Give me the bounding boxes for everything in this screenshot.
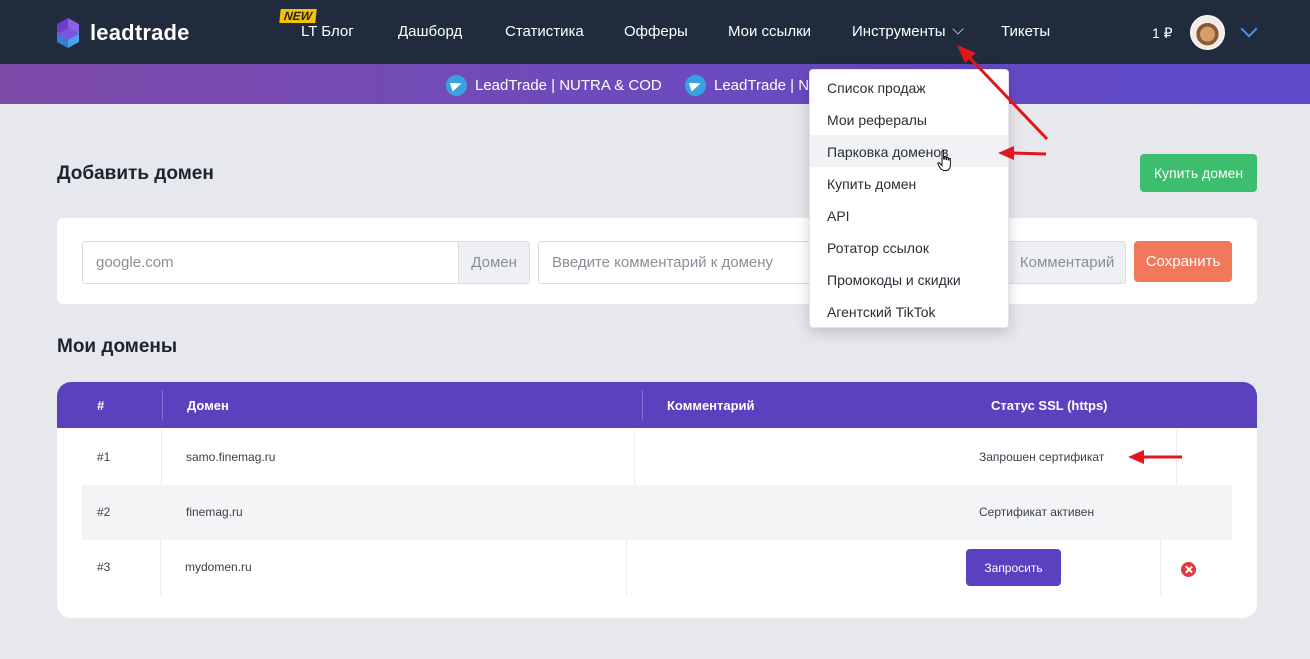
- domain-addon: Домен: [458, 242, 529, 283]
- my-domains-title: Мои домены: [57, 336, 178, 357]
- row-number: #1: [97, 450, 111, 464]
- row-domain: finemag.ru: [186, 505, 243, 519]
- hand-cursor-icon: [937, 150, 951, 172]
- cell-divider: [1160, 540, 1161, 595]
- cell-divider: [161, 430, 162, 485]
- cell-divider: [634, 430, 635, 485]
- chevron-down-icon[interactable]: [1240, 20, 1258, 38]
- menu-item-label: Список продаж: [827, 80, 926, 96]
- table-row: #1 samo.finemag.ru Запрошен сертификат: [82, 430, 1232, 485]
- table-row: #3 mydomen.ru Запросить: [82, 540, 1232, 595]
- row-domain: samo.finemag.ru: [186, 450, 276, 464]
- table-header: # Домен Комментарий Статус SSL (https): [57, 382, 1257, 428]
- chevron-down-icon: [951, 23, 964, 35]
- brand-name: leadtrade: [90, 20, 190, 45]
- menu-item-label: Промокоды и скидки: [827, 272, 961, 288]
- column-divider: [642, 390, 643, 420]
- nav-item-tickets[interactable]: Тикеты: [1001, 23, 1050, 40]
- menu-item-label: Парковка доменов: [827, 144, 949, 160]
- telegram-link-label: LeadTrade | NE: [714, 77, 820, 94]
- add-domain-title: Добавить домен: [57, 163, 214, 184]
- tools-dropdown-menu: Список продаж Мои рефералы Парковка доме…: [809, 69, 1009, 328]
- column-header-domain: Домен: [187, 398, 229, 413]
- nav-item-dashboard[interactable]: Дашборд: [398, 23, 462, 40]
- telegram-banner: LeadTrade | NUTRA & COD LeadTrade | NE: [0, 64, 1310, 104]
- row-ssl-status: Запрошен сертификат: [979, 450, 1105, 464]
- logo-cube-icon: [57, 18, 79, 48]
- row-domain: mydomen.ru: [185, 560, 252, 574]
- menu-item-label: Купить домен: [827, 176, 917, 192]
- column-header-comment: Комментарий: [667, 398, 755, 413]
- menu-item-link-rotator[interactable]: Ротатор ссылок: [810, 231, 1008, 263]
- row-number: #2: [97, 505, 111, 519]
- telegram-link-nutra[interactable]: LeadTrade | NUTRA & COD: [446, 75, 662, 96]
- nav-item-tools-label: Инструменты: [852, 23, 946, 40]
- top-navigation: leadtrade NEW LT Блог Дашборд Статистика…: [0, 0, 1310, 64]
- menu-item-label: Агентский TikTok: [827, 304, 936, 320]
- table-row: #2 finemag.ru Сертификат активен: [82, 485, 1232, 540]
- balance: 1 ₽: [1152, 25, 1173, 41]
- comment-addon: Комментарий: [1008, 242, 1125, 283]
- brand-logo[interactable]: leadtrade: [57, 18, 190, 48]
- save-button[interactable]: Сохранить: [1134, 241, 1232, 282]
- menu-item-sales-list[interactable]: Список продаж: [810, 71, 1008, 103]
- menu-item-domain-parking[interactable]: Парковка доменов: [810, 135, 1008, 167]
- buy-domain-button[interactable]: Купить домен: [1140, 154, 1257, 192]
- telegram-icon: [685, 75, 706, 96]
- telegram-icon: [446, 75, 467, 96]
- menu-item-label: Ротатор ссылок: [827, 240, 929, 256]
- nav-item-statistics[interactable]: Статистика: [505, 23, 584, 40]
- menu-item-my-referrals[interactable]: Мои рефералы: [810, 103, 1008, 135]
- avatar[interactable]: [1190, 15, 1225, 50]
- menu-item-label: Мои рефералы: [827, 112, 927, 128]
- menu-item-api[interactable]: API: [810, 199, 1008, 231]
- menu-item-agency-tiktok[interactable]: Агентский TikTok: [810, 295, 1008, 327]
- cell-divider: [1176, 430, 1177, 485]
- menu-item-label: API: [827, 208, 850, 224]
- menu-item-buy-domain[interactable]: Купить домен: [810, 167, 1008, 199]
- row-ssl-status: Сертификат активен: [979, 505, 1095, 519]
- telegram-link-news[interactable]: LeadTrade | NE: [685, 75, 819, 96]
- nav-item-tools[interactable]: Инструменты: [852, 23, 964, 40]
- column-header-ssl-status: Статус SSL (https): [991, 398, 1108, 413]
- request-certificate-button[interactable]: Запросить: [966, 549, 1061, 586]
- nav-item-blog[interactable]: LT Блог: [301, 23, 354, 40]
- cell-divider: [160, 540, 161, 595]
- delete-icon[interactable]: [1181, 562, 1196, 577]
- column-header-number: #: [97, 398, 105, 413]
- domain-input[interactable]: [83, 242, 459, 283]
- cell-divider: [626, 540, 627, 595]
- telegram-link-label: LeadTrade | NUTRA & COD: [475, 77, 662, 94]
- nav-item-my-links[interactable]: Мои ссылки: [728, 23, 811, 40]
- menu-item-promo-codes[interactable]: Промокоды и скидки: [810, 263, 1008, 295]
- column-divider: [162, 390, 163, 420]
- row-number: #3: [97, 560, 111, 574]
- domain-input-group: Домен: [82, 241, 530, 284]
- nav-item-offers[interactable]: Офферы: [624, 23, 688, 40]
- new-badge: NEW: [279, 9, 317, 23]
- domains-table: # Домен Комментарий Статус SSL (https) #…: [57, 382, 1257, 618]
